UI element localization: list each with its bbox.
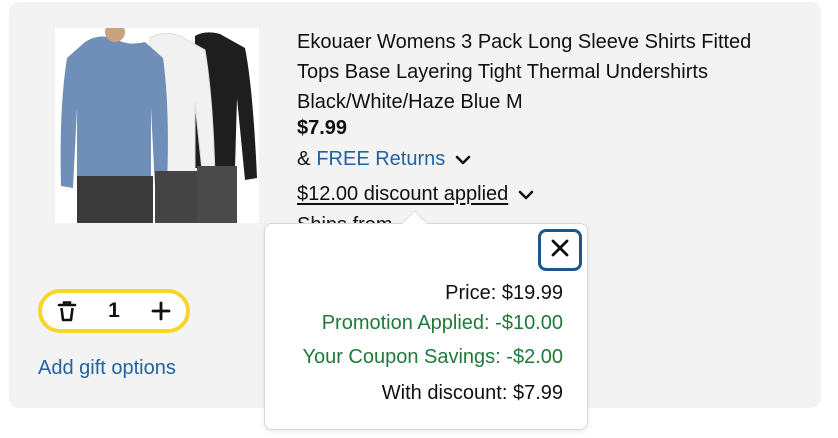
returns-prefix: & bbox=[297, 148, 311, 170]
close-icon[interactable] bbox=[549, 237, 571, 264]
product-title-line[interactable]: Ekouaer Womens 3 Pack Long Sleeve Shirts… bbox=[297, 27, 797, 57]
product-title-line[interactable]: Tops Base Layering Tight Thermal Undersh… bbox=[297, 57, 797, 87]
discount-breakdown-popover: Price: $19.99 Promotion Applied: -$10.00… bbox=[264, 210, 588, 430]
quantity-value: 1 bbox=[108, 299, 120, 322]
chevron-down-icon[interactable] bbox=[516, 185, 536, 205]
trash-icon[interactable] bbox=[56, 300, 78, 322]
quantity-stepper[interactable]: 1 bbox=[38, 289, 190, 333]
price-with-discount: With discount: $7.99 bbox=[381, 382, 563, 404]
add-gift-options-link[interactable]: Add gift options bbox=[38, 357, 176, 380]
product-title[interactable]: Ekouaer Womens 3 Pack Long Sleeve Shirts… bbox=[297, 27, 797, 117]
original-price: Price: $19.99 bbox=[445, 282, 563, 304]
close-button[interactable] bbox=[538, 229, 582, 271]
discount-applied[interactable]: $12.00 discount applied bbox=[297, 183, 536, 206]
discount-applied-link[interactable]: $12.00 discount applied bbox=[297, 183, 508, 206]
product-price: $7.99 bbox=[297, 117, 348, 139]
free-returns-link[interactable]: FREE Returns bbox=[316, 148, 445, 171]
product-title-line[interactable]: Black/White/Haze Blue M bbox=[297, 87, 797, 117]
product-image[interactable] bbox=[55, 28, 259, 223]
free-returns[interactable]: & FREE Returns bbox=[297, 148, 473, 171]
chevron-down-icon[interactable] bbox=[453, 150, 473, 170]
coupon-savings: Your Coupon Savings: -$2.00 bbox=[302, 346, 563, 368]
promotion-applied: Promotion Applied: -$10.00 bbox=[321, 312, 563, 334]
plus-icon[interactable] bbox=[150, 300, 172, 322]
